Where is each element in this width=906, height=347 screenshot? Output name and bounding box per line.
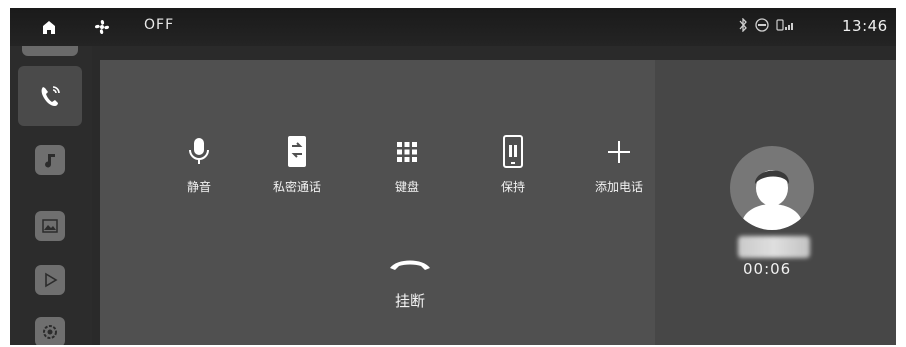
signal-icon bbox=[776, 19, 793, 31]
infotainment-screen: OFF 13:46 静音 私密通话 键盘 保持 添加电话 挂断 00:06 bbox=[10, 8, 896, 345]
clock: 13:46 bbox=[842, 17, 888, 35]
private-call-button[interactable]: 私密通话 bbox=[252, 130, 342, 195]
video-tile bbox=[35, 265, 65, 295]
add-call-icon bbox=[608, 141, 630, 163]
mute-button[interactable]: 静音 bbox=[154, 130, 244, 195]
add-call-label: 添加电话 bbox=[594, 180, 643, 194]
keypad-button[interactable]: 键盘 bbox=[362, 130, 452, 195]
keypad-icon bbox=[397, 142, 417, 162]
hangup-icon bbox=[390, 260, 430, 270]
dock-item-settings[interactable] bbox=[18, 302, 82, 345]
settings-tile bbox=[35, 317, 65, 345]
dock-item-music[interactable] bbox=[18, 130, 82, 190]
gallery-tile bbox=[35, 211, 65, 241]
hangup-button[interactable]: 挂断 bbox=[370, 256, 450, 311]
bluetooth-icon bbox=[739, 18, 747, 32]
music-tile bbox=[35, 145, 65, 175]
private-call-label: 私密通话 bbox=[272, 180, 321, 194]
microphone-icon bbox=[189, 138, 209, 164]
hold-icon bbox=[503, 135, 523, 168]
add-call-button[interactable]: 添加电话 bbox=[574, 130, 664, 195]
dock-item-gallery[interactable] bbox=[18, 196, 82, 256]
fan-icon[interactable] bbox=[92, 17, 112, 37]
ac-status-text[interactable]: OFF bbox=[144, 17, 174, 33]
app-dock bbox=[10, 46, 92, 345]
hangup-label: 挂断 bbox=[394, 292, 425, 310]
call-duration: 00:06 bbox=[743, 260, 792, 278]
music-note-icon bbox=[45, 154, 55, 168]
settings-icon bbox=[43, 325, 57, 339]
phone-icon bbox=[41, 86, 60, 106]
caller-avatar bbox=[730, 146, 814, 230]
keypad-label: 键盘 bbox=[394, 180, 419, 194]
dock-item-video[interactable] bbox=[18, 250, 82, 310]
image-icon bbox=[42, 219, 58, 233]
mute-label: 静音 bbox=[186, 180, 211, 194]
connected-icon bbox=[755, 18, 769, 32]
status-indicators bbox=[738, 18, 794, 32]
status-bar: OFF 13:46 bbox=[10, 8, 896, 46]
person-icon bbox=[742, 170, 802, 230]
home-icon[interactable] bbox=[40, 18, 58, 36]
play-icon bbox=[45, 272, 58, 288]
dock-scroll-indicator bbox=[22, 46, 78, 56]
dock-item-phone[interactable] bbox=[18, 66, 82, 126]
private-call-icon bbox=[288, 136, 306, 167]
hold-label: 保持 bbox=[500, 180, 525, 194]
hold-button[interactable]: 保持 bbox=[468, 130, 558, 195]
caller-name-redacted bbox=[738, 236, 810, 258]
